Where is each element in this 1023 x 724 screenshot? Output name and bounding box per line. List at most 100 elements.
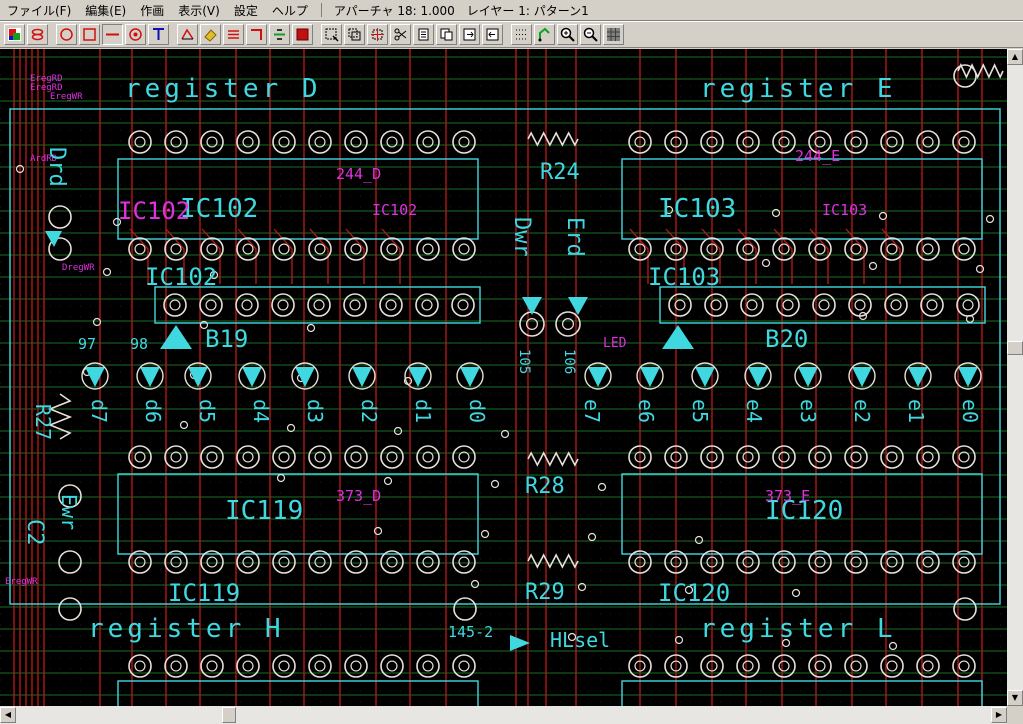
scroll-down-arrow[interactable]: ▼ [1007, 690, 1023, 706]
pad-hole [278, 243, 290, 255]
pad [380, 654, 404, 678]
led-symbol [522, 297, 542, 315]
paste-move-button[interactable] [436, 24, 457, 45]
pad [884, 293, 908, 317]
pad [453, 597, 477, 621]
pad-hole [421, 299, 433, 311]
select-area-button[interactable] [321, 24, 342, 45]
eraser-button[interactable] [200, 24, 221, 45]
pad [772, 654, 796, 678]
pad-hole [778, 243, 790, 255]
pad [952, 237, 976, 261]
bit-label-d: d6 [141, 399, 165, 423]
pad-hole [886, 243, 898, 255]
pad [343, 293, 367, 317]
ring-tool-button[interactable] [125, 24, 146, 45]
fill-button[interactable] [292, 24, 313, 45]
pad-hole [458, 243, 470, 255]
menu-file[interactable]: ファイル(F) [0, 2, 78, 19]
pad-stack-button[interactable] [27, 24, 48, 45]
grid-button[interactable] [603, 24, 624, 45]
pad-hole [314, 660, 326, 672]
horizontal-scroll-thumb[interactable] [222, 707, 236, 723]
pad-hole [134, 556, 146, 568]
pad [736, 654, 760, 678]
pad-hole [314, 243, 326, 255]
text-tool-button[interactable] [148, 24, 169, 45]
copy-area-button[interactable] [344, 24, 365, 45]
pad [956, 293, 980, 317]
pcb-canvas[interactable]: register D register E register H register L… [0, 49, 1007, 706]
pad-hole [746, 299, 758, 311]
import-button[interactable] [482, 24, 503, 45]
pad [48, 205, 72, 229]
pcb-board[interactable]: register D register E register H register L… [0, 49, 1007, 706]
scroll-left-arrow[interactable]: ◀ [0, 707, 16, 723]
pad [164, 654, 188, 678]
led-symbol [662, 325, 694, 349]
pad-hole [958, 451, 970, 463]
horizontal-scrollbar[interactable]: ◀ ▶ [0, 706, 1007, 724]
pad-hole [350, 556, 362, 568]
line-tool-button[interactable] [102, 24, 123, 45]
multi-line-icon [228, 30, 239, 39]
dwr-label: Dwr [509, 217, 534, 257]
scroll-up-arrow[interactable]: ▲ [1007, 49, 1023, 65]
menu-settings[interactable]: 設定 [227, 2, 265, 19]
hlsel-label: HLsel [550, 628, 610, 652]
ic103-silk: IC103 [648, 263, 720, 291]
pad-hole [278, 660, 290, 672]
align-trace-button[interactable] [269, 24, 290, 45]
zoom-in-button[interactable] [557, 24, 578, 45]
signal-label: DregWR [62, 263, 95, 273]
bit-label-e: e3 [796, 399, 820, 423]
pad-hole [170, 243, 182, 255]
eraser-icon [204, 29, 217, 42]
grid-snap-button[interactable] [511, 24, 532, 45]
bit-label-d: d2 [357, 399, 381, 423]
circle-icon [60, 28, 73, 41]
zoom-out-button[interactable] [580, 24, 601, 45]
layer-color-button[interactable] [4, 24, 25, 45]
circle-tool-button[interactable] [56, 24, 77, 45]
paste-button[interactable] [413, 24, 434, 45]
ic102-overlap: IC102 [118, 197, 190, 225]
pad-hole [385, 299, 397, 311]
menu-edit[interactable]: 編集(E) [78, 2, 133, 19]
trace-angle-button[interactable] [177, 24, 198, 45]
pad-hole [742, 660, 754, 672]
pad [772, 130, 796, 154]
route-icon [538, 27, 550, 42]
pad [416, 654, 440, 678]
pad [416, 445, 440, 469]
ic102-label: IC102 [180, 194, 258, 224]
pad-hole [854, 299, 866, 311]
select-area-icon [325, 28, 339, 42]
menu-help[interactable]: ヘルプ [265, 2, 315, 19]
via [383, 476, 393, 486]
rectangle-tool-button[interactable] [79, 24, 100, 45]
vertical-scrollbar[interactable]: ▲ ▼ [1007, 49, 1023, 706]
c2-label: C2 [22, 519, 47, 546]
ic119-silk: IC119 [168, 579, 240, 607]
scroll-right-arrow[interactable]: ▶ [991, 707, 1007, 723]
cut-button[interactable] [390, 24, 411, 45]
via [791, 588, 801, 598]
pad [844, 445, 868, 469]
menu-view[interactable]: 表示(V) [171, 2, 227, 19]
route-button[interactable] [534, 24, 555, 45]
via [868, 261, 878, 271]
multi-line-button[interactable] [223, 24, 244, 45]
corner-line-button[interactable] [246, 24, 267, 45]
menu-draw[interactable]: 作画 [133, 2, 171, 19]
pad-hole [422, 556, 434, 568]
signal-label: EregWR [50, 92, 83, 102]
pad-hole [134, 451, 146, 463]
pad-hole [206, 660, 218, 672]
pad [740, 293, 764, 317]
pad [916, 130, 940, 154]
export-button[interactable] [459, 24, 480, 45]
vertical-scroll-thumb[interactable] [1007, 341, 1023, 355]
move-area-button[interactable] [367, 24, 388, 45]
pad [272, 130, 296, 154]
